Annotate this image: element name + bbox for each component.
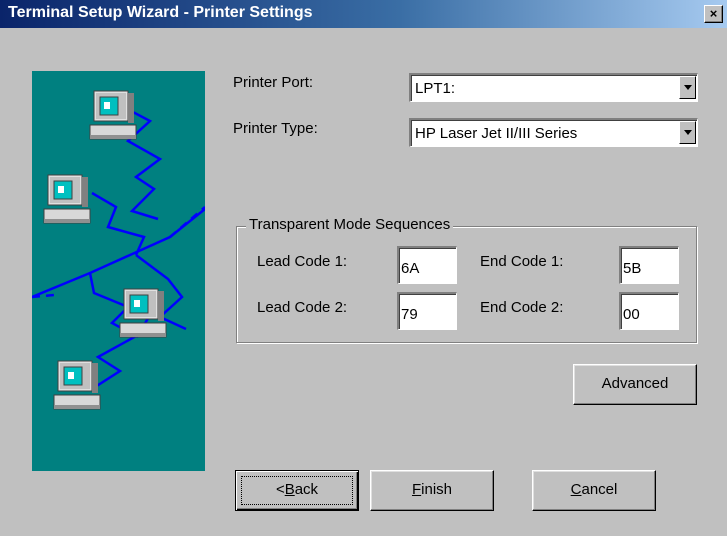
finish-label: Finish [411, 481, 453, 498]
advanced-button[interactable]: Advanced [573, 364, 697, 405]
printer-type-select[interactable]: HP Laser Jet II/III Series [409, 118, 698, 147]
chevron-down-icon[interactable] [679, 76, 696, 99]
lead-code-1-field[interactable]: 6A [397, 246, 457, 284]
printer-type-label: Printer Type: [233, 120, 318, 137]
close-icon: × [709, 6, 718, 21]
title-bar: Terminal Setup Wizard - Printer Settings… [0, 0, 727, 28]
end-code-1-field[interactable]: 5B [619, 246, 679, 284]
advanced-label: Advanced [601, 375, 669, 392]
window-title: Terminal Setup Wizard - Printer Settings [8, 4, 313, 21]
end-code-1-label: End Code 1: [480, 253, 564, 270]
lead-code-2-label: Lead Code 2: [257, 299, 348, 316]
end-code-2-label: End Code 2: [480, 299, 564, 316]
back-label: <Back [275, 481, 319, 498]
group-title: Transparent Mode Sequences [246, 216, 454, 233]
network-illustration [31, 71, 206, 471]
back-button[interactable]: <Back [235, 470, 359, 511]
cancel-button[interactable]: Cancel [532, 470, 656, 511]
printer-type-value: HP Laser Jet II/III Series [415, 125, 578, 142]
printer-port-value: LPT1: [415, 80, 456, 97]
end-code-2-field[interactable]: 00 [619, 292, 679, 330]
cancel-label: Cancel [570, 481, 618, 498]
printer-port-label: Printer Port: [233, 74, 314, 91]
finish-button[interactable]: Finish [370, 470, 494, 511]
close-button[interactable]: × [704, 5, 723, 23]
lead-code-1-label: Lead Code 1: [257, 253, 348, 270]
chevron-down-icon[interactable] [679, 121, 696, 144]
printer-port-select[interactable]: LPT1: [409, 73, 698, 102]
network-diagram-icon [31, 90, 206, 410]
lead-code-2-field[interactable]: 79 [397, 292, 457, 330]
